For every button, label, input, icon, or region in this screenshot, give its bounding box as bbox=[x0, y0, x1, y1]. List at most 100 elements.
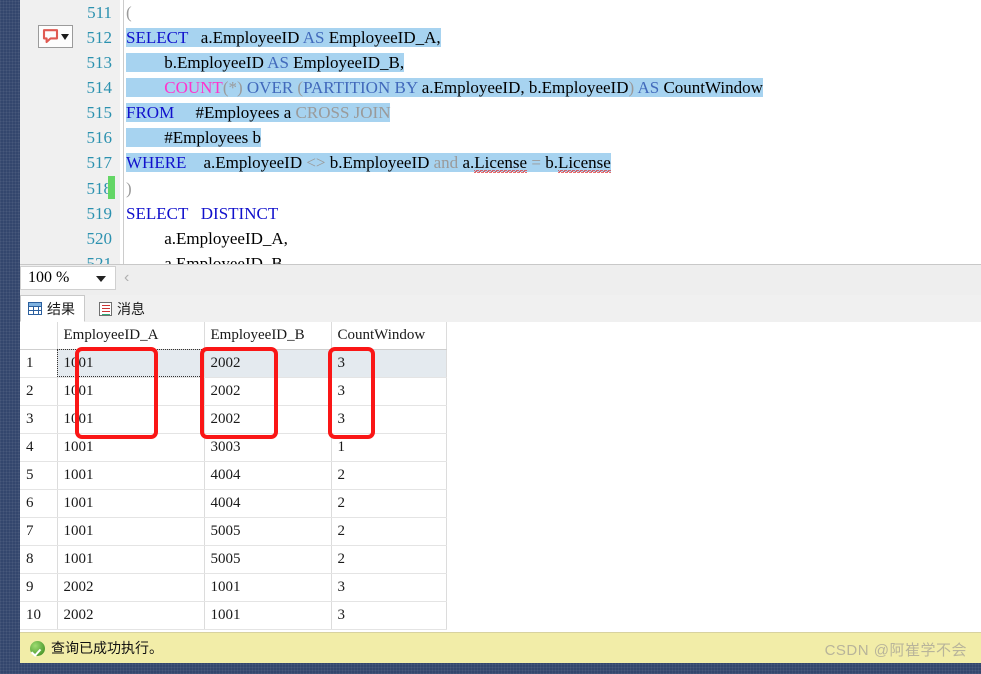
code-area[interactable]: ( SELECT a.EmployeeID AS EmployeeID_A, b… bbox=[126, 0, 981, 264]
row-number[interactable]: 5 bbox=[20, 461, 57, 489]
cell-countwindow[interactable]: 2 bbox=[331, 545, 446, 573]
cell-employeeid-a[interactable]: 1001 bbox=[57, 377, 204, 405]
row-number[interactable]: 1 bbox=[20, 349, 57, 377]
table-row[interactable]: 4 1001 3003 1 bbox=[20, 433, 446, 461]
code-line-517: WHERE a.EmployeeID <> b.EmployeeID and a… bbox=[126, 150, 611, 175]
table-row[interactable]: 8 1001 5005 2 bbox=[20, 545, 446, 573]
results-tabstrip: 结果 消息 bbox=[20, 295, 981, 323]
cell-countwindow[interactable]: 3 bbox=[331, 601, 446, 629]
cell-countwindow[interactable]: 3 bbox=[331, 377, 446, 405]
code-line-514: COUNT(*) OVER (PARTITION BY a.EmployeeID… bbox=[126, 75, 763, 100]
status-message: 查询已成功执行。 bbox=[51, 638, 163, 658]
sql-editor[interactable]: 511 512 513 514 515 516 517 518 519 520 … bbox=[20, 0, 981, 264]
cell-countwindow[interactable]: 2 bbox=[331, 489, 446, 517]
zoom-level-value: 100 % bbox=[28, 269, 69, 287]
table-row[interactable]: 2 1001 2002 3 bbox=[20, 377, 446, 405]
code-line-512: SELECT a.EmployeeID AS EmployeeID_A, bbox=[126, 25, 441, 50]
cell-countwindow[interactable]: 1 bbox=[331, 433, 446, 461]
cell-employeeid-a[interactable]: 2002 bbox=[57, 601, 204, 629]
grid-icon bbox=[28, 302, 42, 315]
code-line-513: b.EmployeeID AS EmployeeID_B, bbox=[126, 50, 404, 75]
cell-employeeid-b[interactable]: 2002 bbox=[204, 377, 331, 405]
row-number[interactable]: 8 bbox=[20, 545, 57, 573]
table-row[interactable]: 3 1001 2002 3 bbox=[20, 405, 446, 433]
splitter-collapse-icon[interactable]: ‹ bbox=[124, 269, 129, 287]
cell-countwindow[interactable]: 3 bbox=[331, 349, 446, 377]
cell-countwindow[interactable]: 2 bbox=[331, 461, 446, 489]
editor-zoom-bar: 100 % ‹ bbox=[20, 264, 981, 296]
editor-gutter-divider bbox=[123, 0, 124, 264]
cell-employeeid-b[interactable]: 5005 bbox=[204, 545, 331, 573]
change-marker bbox=[108, 176, 115, 199]
cell-employeeid-b[interactable]: 4004 bbox=[204, 489, 331, 517]
cell-employeeid-a[interactable]: 1001 bbox=[57, 461, 204, 489]
tab-messages-label: 消息 bbox=[117, 299, 145, 319]
tab-results[interactable]: 结果 bbox=[20, 295, 85, 322]
code-line-520: a.EmployeeID_A, bbox=[126, 226, 288, 251]
row-number[interactable]: 2 bbox=[20, 377, 57, 405]
line-number: 521 bbox=[87, 251, 113, 264]
table-row[interactable]: 6 1001 4004 2 bbox=[20, 489, 446, 517]
row-number[interactable]: 7 bbox=[20, 517, 57, 545]
line-number: 511 bbox=[87, 0, 112, 25]
line-number: 515 bbox=[87, 100, 113, 125]
message-icon bbox=[99, 302, 112, 316]
tab-messages[interactable]: 消息 bbox=[91, 295, 155, 322]
row-number[interactable]: 4 bbox=[20, 433, 57, 461]
cell-employeeid-a[interactable]: 1001 bbox=[57, 517, 204, 545]
cell-countwindow[interactable]: 3 bbox=[331, 573, 446, 601]
row-number[interactable]: 3 bbox=[20, 405, 57, 433]
column-header-countwindow[interactable]: CountWindow bbox=[331, 322, 446, 349]
ssms-window: 511 512 513 514 515 516 517 518 519 520 … bbox=[0, 0, 981, 674]
line-number: 520 bbox=[87, 226, 113, 251]
row-number[interactable]: 9 bbox=[20, 573, 57, 601]
table-row[interactable]: 1 1001 2002 3 bbox=[20, 349, 446, 377]
cell-countwindow[interactable]: 2 bbox=[331, 517, 446, 545]
table-header-row: EmployeeID_A EmployeeID_B CountWindow bbox=[20, 322, 446, 349]
cell-employeeid-b[interactable]: 2002 bbox=[204, 349, 331, 377]
row-header-corner[interactable] bbox=[20, 322, 57, 349]
cell-employeeid-b[interactable]: 1001 bbox=[204, 573, 331, 601]
cell-countwindow[interactable]: 3 bbox=[331, 405, 446, 433]
code-line-511: ( bbox=[126, 0, 132, 25]
cell-employeeid-a[interactable]: 1001 bbox=[57, 545, 204, 573]
line-number: 512 bbox=[87, 25, 113, 50]
cell-employeeid-a[interactable]: 1001 bbox=[57, 433, 204, 461]
line-number: 513 bbox=[87, 50, 113, 75]
code-line-521: a.EmployeeID_B bbox=[126, 251, 283, 264]
row-number[interactable]: 10 bbox=[20, 601, 57, 629]
cell-employeeid-b[interactable]: 3003 bbox=[204, 433, 331, 461]
cell-employeeid-a[interactable]: 1001 bbox=[57, 405, 204, 433]
table-row[interactable]: 7 1001 5005 2 bbox=[20, 517, 446, 545]
code-line-518: ) bbox=[126, 176, 132, 201]
cell-employeeid-b[interactable]: 1001 bbox=[204, 601, 331, 629]
line-number: 519 bbox=[87, 201, 113, 226]
chevron-down-icon[interactable] bbox=[61, 34, 69, 40]
results-table: EmployeeID_A EmployeeID_B CountWindow 1 … bbox=[20, 322, 447, 630]
cell-employeeid-a[interactable]: 1001 bbox=[57, 489, 204, 517]
cell-employeeid-b[interactable]: 5005 bbox=[204, 517, 331, 545]
line-number: 514 bbox=[87, 75, 113, 100]
column-header-employeeid-a[interactable]: EmployeeID_A bbox=[57, 322, 204, 349]
cell-employeeid-a[interactable]: 2002 bbox=[57, 573, 204, 601]
results-grid[interactable]: EmployeeID_A EmployeeID_B CountWindow 1 … bbox=[20, 322, 981, 632]
code-line-519: SELECT DISTINCT bbox=[126, 201, 278, 226]
watermark: CSDN @阿崔学不会 bbox=[825, 639, 967, 660]
row-number[interactable]: 6 bbox=[20, 489, 57, 517]
code-line-516: #Employees b bbox=[126, 125, 261, 150]
zoom-level-select[interactable]: 100 % bbox=[20, 266, 116, 290]
cell-employeeid-a[interactable]: 1001 bbox=[57, 349, 204, 377]
cell-employeeid-b[interactable]: 2002 bbox=[204, 405, 331, 433]
table-row[interactable]: 9 2002 1001 3 bbox=[20, 573, 446, 601]
success-check-icon bbox=[30, 641, 45, 656]
chevron-down-icon[interactable] bbox=[96, 276, 106, 282]
table-row[interactable]: 10 2002 1001 3 bbox=[20, 601, 446, 629]
line-number: 517 bbox=[87, 150, 113, 175]
code-line-515: FROM #Employees a CROSS JOIN bbox=[126, 100, 390, 125]
cell-employeeid-b[interactable]: 4004 bbox=[204, 461, 331, 489]
speech-bubble-glyph bbox=[42, 29, 59, 44]
column-header-employeeid-b[interactable]: EmployeeID_B bbox=[204, 322, 331, 349]
line-number: 516 bbox=[87, 125, 113, 150]
speech-bubble-icon[interactable] bbox=[38, 25, 73, 48]
table-row[interactable]: 5 1001 4004 2 bbox=[20, 461, 446, 489]
